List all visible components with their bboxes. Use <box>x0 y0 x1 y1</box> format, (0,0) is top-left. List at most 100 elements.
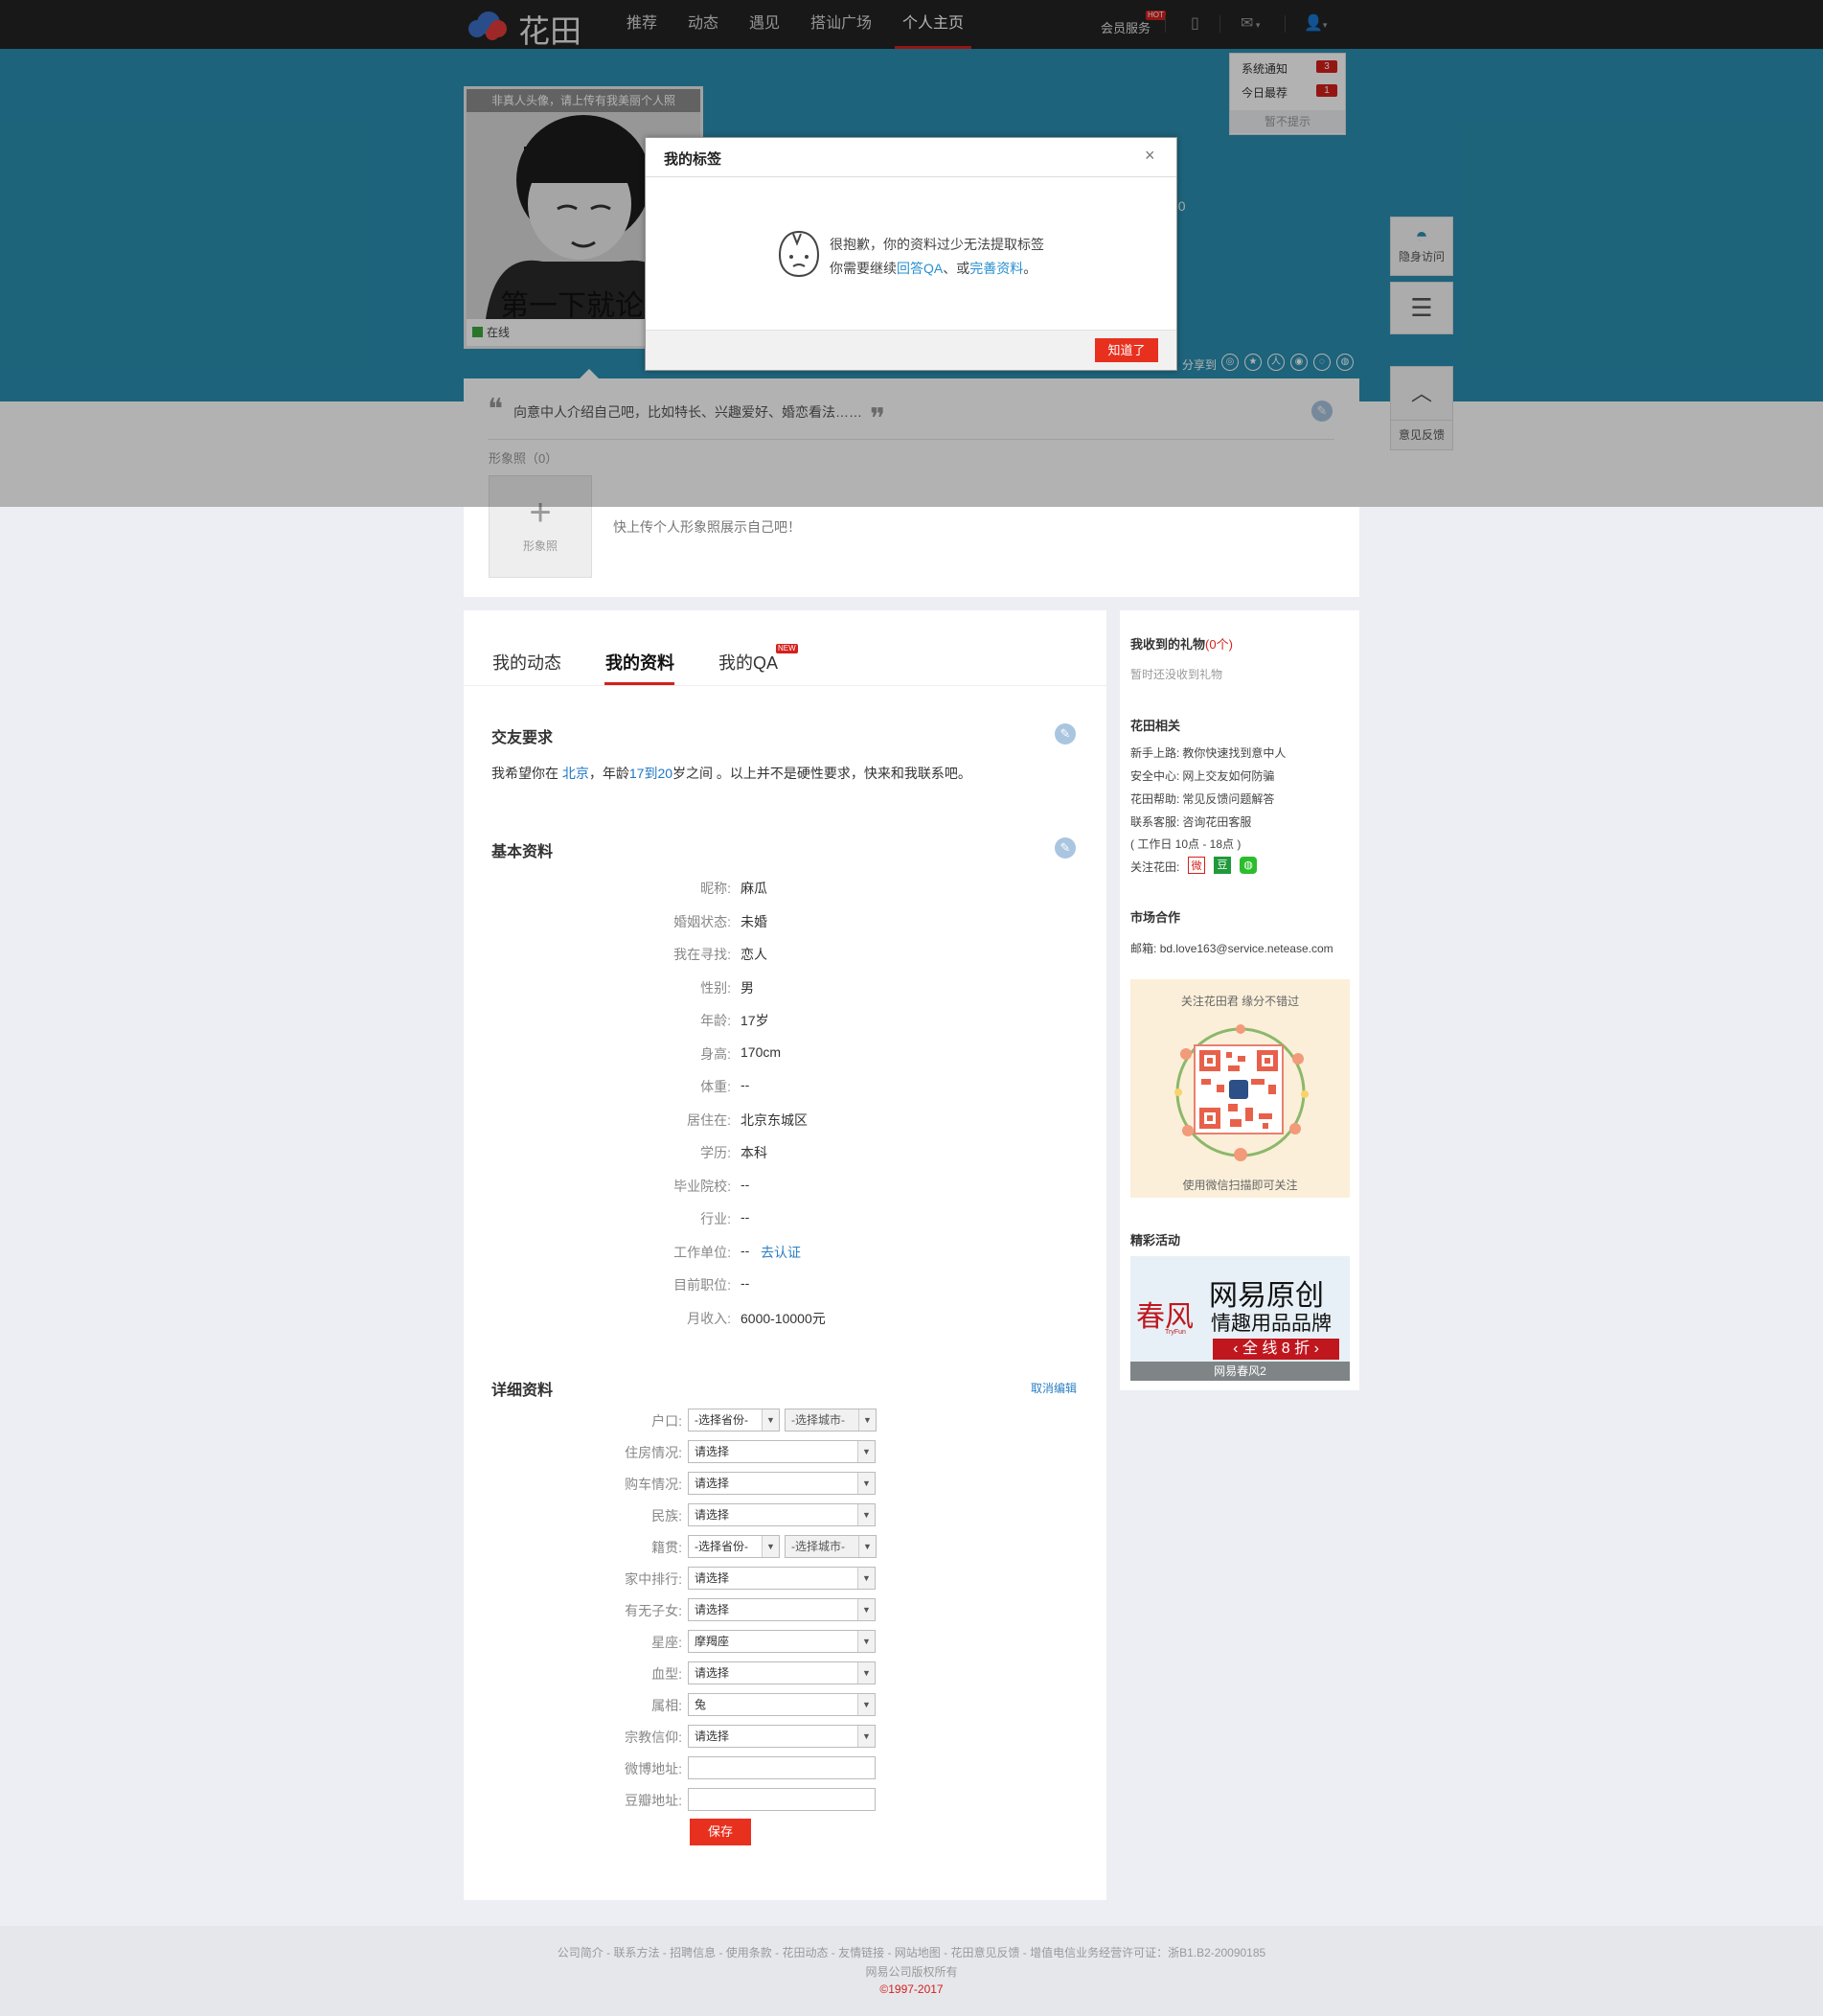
related-item-link[interactable]: 网上交友如何防骗 <box>1182 769 1274 783</box>
promo-banner[interactable]: 春风 TryFun 网易原创 情趣用品品牌 ‹ 全 线 8 折 › 网易春风2 <box>1130 1256 1350 1381</box>
market-email: 邮箱: bd.love163@service.netease.com <box>1130 940 1333 956</box>
sad-face-icon <box>778 230 820 278</box>
divider <box>646 176 1176 177</box>
answer-qa-link[interactable]: 回答QA <box>897 261 943 276</box>
basic-info-label: 性别: <box>700 979 731 996</box>
photo-tip: 快上传个人形象照展示自己吧！ <box>613 519 801 535</box>
province-select[interactable]: -选择省份- ▼ <box>688 1535 780 1558</box>
weibo-url-input[interactable] <box>688 1756 876 1779</box>
save-button[interactable]: 保存 <box>690 1819 751 1845</box>
basic-info-value: -- <box>741 1209 750 1225</box>
related-item-label: 新手上路: <box>1130 746 1180 760</box>
new-badge: NEW <box>776 644 798 653</box>
basic-info-value: 恋人 <box>741 947 767 962</box>
basic-info-value: 北京东城区 <box>741 1111 808 1128</box>
req-text: 我希望你在 <box>491 766 562 781</box>
service-hours: ( 工作日 10点 - 18点 ) <box>1130 837 1242 851</box>
email-value: bd.love163@service.netease.com <box>1159 942 1333 955</box>
detail-select[interactable]: 请选择 ▼ <box>688 1503 876 1526</box>
related-item: 安全中心: 网上交友如何防骗 <box>1130 767 1274 784</box>
detail-field-label: 购车情况: <box>625 1477 682 1492</box>
close-icon[interactable]: × <box>1145 146 1155 166</box>
select-value: 请选择 <box>695 1571 730 1585</box>
detail-field-label: 籍贯: <box>651 1540 682 1555</box>
select-value: 摩羯座 <box>695 1635 730 1648</box>
ok-button[interactable]: 知道了 <box>1095 338 1158 362</box>
city-select[interactable]: -选择城市- ▼ <box>785 1409 877 1432</box>
follow-label: 关注花田: <box>1130 860 1180 874</box>
detail-select[interactable]: 请选择 ▼ <box>688 1661 876 1684</box>
related-item: 新手上路: 教你快速找到意中人 <box>1130 745 1286 761</box>
detail-select[interactable]: 请选择 ▼ <box>688 1598 876 1621</box>
req-text: ，年龄 <box>588 766 629 781</box>
verify-link[interactable]: 去认证 <box>761 1243 801 1262</box>
basic-info-value: 170cm <box>741 1043 782 1060</box>
select-value: 请选择 <box>695 1603 730 1616</box>
select-value: 兔 <box>695 1698 707 1711</box>
select-value: 请选择 <box>695 1730 730 1743</box>
qr-bottom-text: 使用微信扫描即可关注 <box>1182 1179 1298 1192</box>
weibo-icon[interactable]: 微 <box>1188 857 1205 874</box>
req-age-from: 17 <box>628 766 645 781</box>
qr-top-text: 关注花田君 缘分不错过 <box>1180 995 1300 1008</box>
basic-info-value: 麻瓜 <box>741 881 767 896</box>
related-item-link[interactable]: 常见反馈问题解答 <box>1182 792 1274 806</box>
edit-requirement-icon[interactable]: ✎ <box>1055 723 1076 745</box>
footer-links[interactable]: 公司简介 - 联系方法 - 招聘信息 - 使用条款 - 花田动态 - 友情链接 … <box>0 1944 1823 1960</box>
select-value: 请选择 <box>695 1666 730 1680</box>
basic-info-value: -- <box>741 1275 750 1291</box>
promo-discount-label: 全 线 8 折 <box>1242 1340 1310 1357</box>
detail-field-label: 微博地址: <box>625 1761 682 1776</box>
select-value: -选择省份- <box>695 1413 748 1427</box>
detail-select[interactable]: 请选择 ▼ <box>688 1567 876 1590</box>
select-value: -选择城市- <box>791 1540 845 1553</box>
basic-info-label: 毕业院校: <box>673 1178 731 1194</box>
chevron-down-icon: ▼ <box>858 1536 876 1557</box>
complete-profile-link[interactable]: 完善资料 <box>969 261 1023 276</box>
detail-field-label: 家中排行: <box>625 1571 682 1587</box>
tab-my-profile[interactable]: 我的资料 <box>605 650 674 675</box>
chevron-down-icon: ▼ <box>857 1599 875 1620</box>
city-select[interactable]: -选择城市- ▼ <box>785 1535 877 1558</box>
douban-icon[interactable]: 豆 <box>1214 857 1231 874</box>
detail-field-label: 户口: <box>651 1413 682 1429</box>
cancel-edit-link[interactable]: 取消编辑 <box>1031 1380 1077 1396</box>
add-photo-label: 形象照 <box>522 539 558 553</box>
basic-info-label: 昵称: <box>700 881 731 896</box>
related-item-link[interactable]: 咨询花田客服 <box>1182 815 1251 829</box>
wechat-icon[interactable]: ◍ <box>1240 857 1257 874</box>
chevron-down-icon: ▼ <box>857 1631 875 1652</box>
detail-field-label: 宗教信仰: <box>625 1730 682 1745</box>
tab-my-qa[interactable]: 我的QA <box>718 650 778 675</box>
chevron-down-icon: ▼ <box>857 1568 875 1589</box>
gifts-title-label: 我收到的礼物 <box>1130 637 1206 652</box>
basic-info-label: 工作单位: <box>673 1244 731 1260</box>
basic-info-title: 基本资料 <box>491 844 554 860</box>
related-item: 花田帮助: 常见反馈问题解答 <box>1130 790 1274 807</box>
basic-info-label: 学历: <box>700 1145 731 1160</box>
detail-select[interactable]: 摩羯座 ▼ <box>688 1630 876 1653</box>
chevron-down-icon: ▼ <box>858 1409 876 1431</box>
detail-field-label: 民族: <box>651 1508 682 1523</box>
chevron-down-icon: ▼ <box>857 1473 875 1494</box>
province-select[interactable]: -选择省份- ▼ <box>688 1409 780 1432</box>
related-item-label: 花田帮助: <box>1130 792 1180 806</box>
basic-info-value: 未婚 <box>741 913 767 929</box>
douban-url-input[interactable] <box>688 1788 876 1811</box>
detail-field-label: 豆瓣地址: <box>625 1793 682 1808</box>
modal-message-line1: 很抱歉，你的资料过少无法提取标签 <box>830 237 1044 252</box>
activity-title: 精彩活动 <box>1130 1233 1181 1248</box>
basic-info-value: -- <box>741 1242 750 1258</box>
tab-my-feed[interactable]: 我的动态 <box>492 650 561 675</box>
basic-info-label: 目前职位: <box>673 1277 731 1293</box>
modal-title: 我的标签 <box>664 151 722 168</box>
gifts-title: 我收到的礼物(0个) <box>1130 634 1233 653</box>
detail-select[interactable]: 请选择 ▼ <box>688 1725 876 1748</box>
edit-basic-info-icon[interactable]: ✎ <box>1055 837 1076 859</box>
detail-select[interactable]: 请选择 ▼ <box>688 1472 876 1495</box>
detail-select[interactable]: 兔 ▼ <box>688 1693 876 1716</box>
related-item-label: 联系客服: <box>1130 815 1180 829</box>
related-item-link[interactable]: 教你快速找到意中人 <box>1182 746 1286 760</box>
detail-select[interactable]: 请选择 ▼ <box>688 1440 876 1463</box>
basic-info-label: 我在寻找: <box>673 947 731 962</box>
